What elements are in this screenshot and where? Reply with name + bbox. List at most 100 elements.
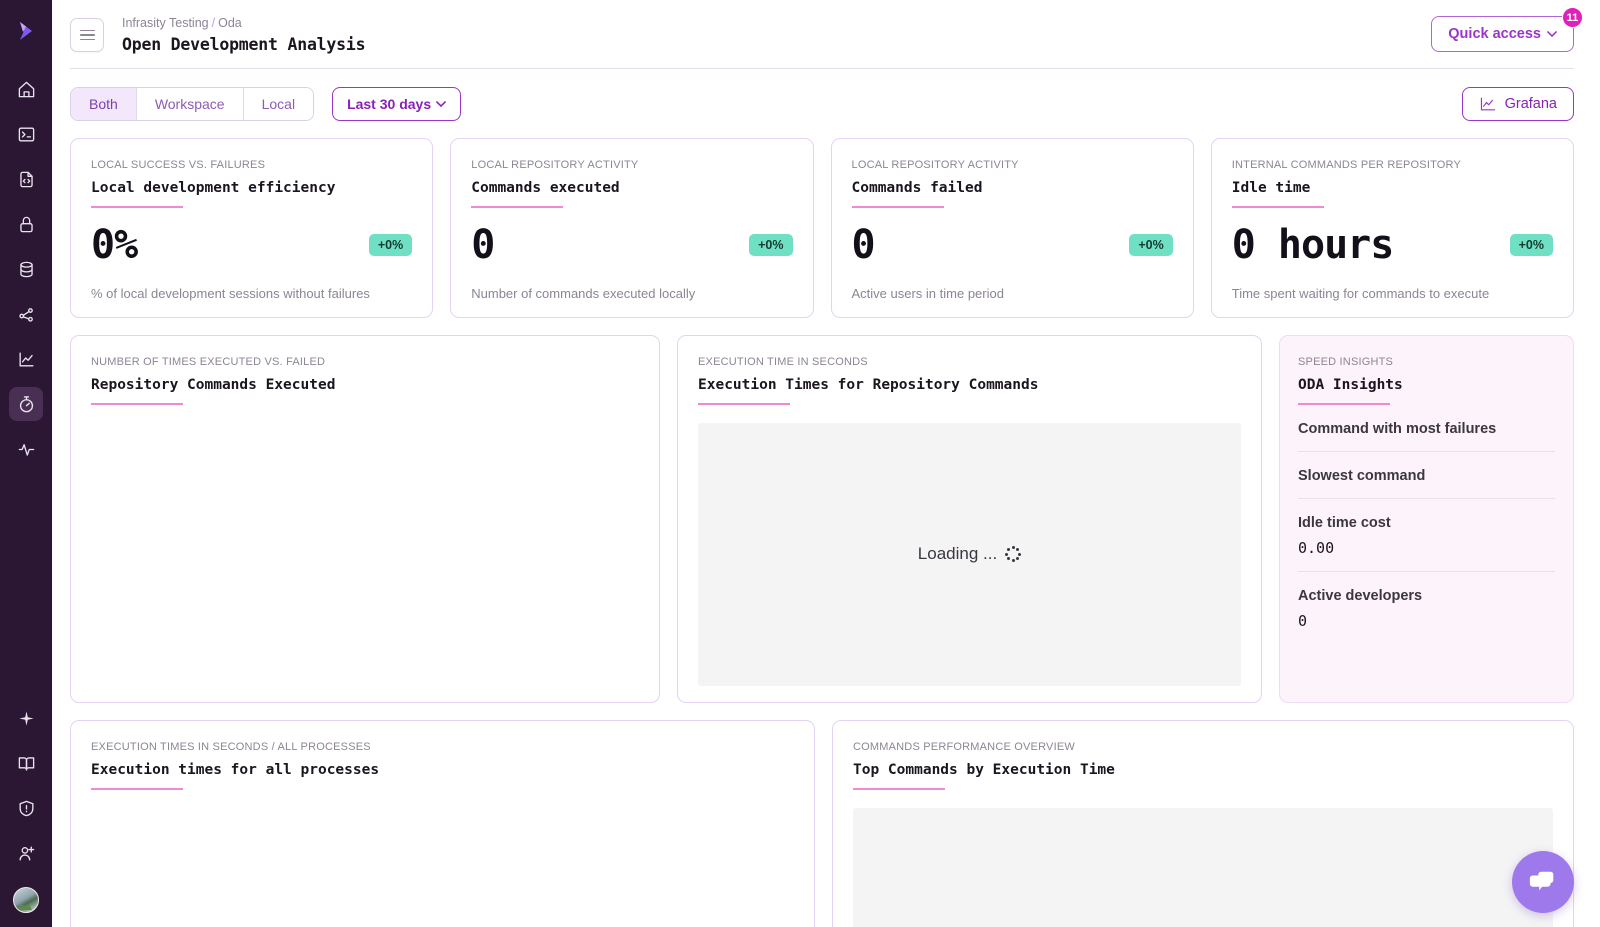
segment-local[interactable]: Local xyxy=(243,88,314,120)
sidebar-item-add-user[interactable] xyxy=(9,836,43,870)
date-range-dropdown[interactable]: Last 30 days xyxy=(332,87,462,121)
kpi-eyebrow: INTERNAL COMMANDS PER REPOSITORY xyxy=(1231,159,1462,171)
line-chart-icon xyxy=(1480,97,1495,111)
avatar[interactable] xyxy=(13,887,39,913)
kpi-title: Local development efficiency xyxy=(91,180,336,196)
title-underline xyxy=(91,206,183,208)
kpi-value: 0% xyxy=(91,221,138,268)
kpi-value: 0 xyxy=(851,221,876,268)
loading-label: Loading ... xyxy=(917,544,998,564)
filter-bar: Both Workspace Local Last 30 days Grafan… xyxy=(52,69,1600,121)
chart-title: Execution times for all processes xyxy=(91,762,380,778)
hamburger-line xyxy=(79,34,95,36)
breadcrumb: Infrasity Testing / Oda xyxy=(122,14,365,32)
kpi-value-row: 0 +0% xyxy=(852,222,1173,268)
quick-access-label: Quick access xyxy=(1448,26,1541,42)
sidebar-item-line-chart[interactable] xyxy=(9,342,43,376)
insight-label: Command with most failures xyxy=(1298,420,1497,437)
insight-row-slowest-command: Slowest command xyxy=(1298,452,1555,499)
kpi-title: Commands failed xyxy=(851,180,983,196)
page-title: Open Development Analysis xyxy=(122,35,366,54)
kpi-description: Number of commands executed locally xyxy=(471,286,696,301)
sidebar-item-book[interactable] xyxy=(9,746,43,780)
app-root: Infrasity Testing / Oda Open Development A… xyxy=(0,0,1600,927)
chart-card-execution-times-all-processes: EXECUTION TIMES IN SECONDS / ALL PROCESS… xyxy=(70,720,815,927)
kpi-card-commands-failed: LOCAL REPOSITORY ACTIVITY Commands faile… xyxy=(830,138,1194,318)
chart-loading-placeholder xyxy=(853,807,1553,927)
arrow-logo-icon[interactable] xyxy=(8,14,44,50)
kpi-title: Commands executed xyxy=(471,180,620,196)
kpi-description: % of local development sessions without … xyxy=(91,286,370,301)
insight-value: 0.00 xyxy=(1298,538,1335,557)
kpi-card-local-efficiency: LOCAL SUCCESS VS. FAILURES Local develop… xyxy=(70,138,434,318)
kpi-value: 0 hours xyxy=(1231,221,1395,268)
kpi-value: 0 xyxy=(471,221,495,268)
sidebar-item-lock[interactable] xyxy=(9,207,43,241)
insights-card-oda: SPEED INSIGHTS ODA Insights Command with… xyxy=(1279,335,1574,703)
chart-title: Repository Commands Executed xyxy=(91,377,336,393)
chart-area-empty xyxy=(91,405,639,686)
kpi-row: LOCAL SUCCESS VS. FAILURES Local develop… xyxy=(70,138,1574,318)
insight-row-idle-time-cost: Idle time cost 0.00 xyxy=(1298,499,1555,572)
title-underline xyxy=(853,788,945,790)
top-right-group: Quick access 11 xyxy=(1431,7,1583,52)
kpi-eyebrow: LOCAL REPOSITORY ACTIVITY xyxy=(851,159,1019,171)
chart-area-empty xyxy=(91,790,794,927)
bottom-row: EXECUTION TIMES IN SECONDS / ALL PROCESS… xyxy=(70,720,1574,927)
breadcrumb-project[interactable]: Oda xyxy=(218,16,242,30)
title-underline xyxy=(1231,206,1324,208)
chart-eyebrow: EXECUTION TIMES IN SECONDS / ALL PROCESS… xyxy=(91,741,371,753)
chart-title: Execution Times for Repository Commands xyxy=(698,377,1039,393)
kpi-title: Idle time xyxy=(1231,180,1311,196)
sidebar-item-terminal[interactable] xyxy=(9,117,43,151)
top-bar: Infrasity Testing / Oda Open Development A… xyxy=(52,0,1600,54)
sidebar-item-stopwatch[interactable] xyxy=(9,387,43,421)
title-underline xyxy=(851,206,944,208)
grafana-label: Grafana xyxy=(1504,96,1557,112)
sidebar-item-activity[interactable] xyxy=(9,432,43,466)
chevron-down-icon xyxy=(1547,31,1557,37)
breadcrumb-org[interactable]: Infrasity Testing xyxy=(122,16,209,30)
main-area: Infrasity Testing / Oda Open Development A… xyxy=(52,0,1600,927)
insight-label: Slowest command xyxy=(1298,467,1426,484)
sidebar-item-sparkle[interactable] xyxy=(9,701,43,735)
left-sidebar xyxy=(0,0,52,927)
chart-title: Top Commands by Execution Time xyxy=(853,762,1115,778)
kpi-description: Active users in time period xyxy=(851,286,1004,301)
insights-eyebrow: SPEED INSIGHTS xyxy=(1298,356,1394,368)
chat-bubble-icon xyxy=(1529,871,1554,891)
hamburger-icon[interactable] xyxy=(70,18,104,52)
segment-both[interactable]: Both xyxy=(71,88,137,120)
dashboard-content: LOCAL SUCCESS VS. FAILURES Local develop… xyxy=(52,121,1600,927)
loading-indicator: Loading ... xyxy=(917,544,1022,564)
title-underline xyxy=(698,403,790,405)
insight-row-most-failures: Command with most failures xyxy=(1298,405,1555,452)
grafana-button[interactable]: Grafana xyxy=(1461,87,1574,121)
kpi-value-row: 0 hours +0% xyxy=(1232,222,1553,268)
chat-widget-button[interactable] xyxy=(1512,851,1574,913)
kpi-card-idle-time: INTERNAL COMMANDS PER REPOSITORY Idle ti… xyxy=(1210,138,1574,318)
scope-segmented-control: Both Workspace Local xyxy=(70,87,315,121)
quick-access-badge: 11 xyxy=(1562,7,1583,28)
kpi-card-commands-executed: LOCAL REPOSITORY ACTIVITY Commands execu… xyxy=(450,138,814,318)
kpi-eyebrow: LOCAL SUCCESS VS. FAILURES xyxy=(91,159,266,171)
insights-title: ODA Insights xyxy=(1298,377,1403,393)
title-underline xyxy=(471,206,564,208)
sidebar-item-database[interactable] xyxy=(9,252,43,286)
kpi-description: Time spent waiting for commands to execu… xyxy=(1231,286,1490,301)
kpi-delta-badge: +0% xyxy=(368,233,413,256)
quick-access-button[interactable]: Quick access xyxy=(1431,16,1574,52)
sidebar-item-home[interactable] xyxy=(9,72,43,106)
kpi-delta-badge: +0% xyxy=(749,233,793,256)
sidebar-item-shield-alert[interactable] xyxy=(9,791,43,825)
sidebar-item-code-file[interactable] xyxy=(9,162,43,196)
chart-loading-placeholder: Loading ... xyxy=(698,422,1241,686)
kpi-delta-badge: +0% xyxy=(1509,233,1553,256)
kpi-value-row: 0 +0% xyxy=(471,221,793,268)
segment-workspace[interactable]: Workspace xyxy=(136,88,244,120)
spinner-icon xyxy=(1005,546,1022,563)
insight-label: Idle time cost xyxy=(1298,514,1391,531)
mid-row: NUMBER OF TIMES EXECUTED VS. FAILED Repo… xyxy=(70,335,1574,703)
sidebar-item-network[interactable] xyxy=(9,297,43,331)
insight-row-active-developers: Active developers 0 xyxy=(1298,572,1555,644)
